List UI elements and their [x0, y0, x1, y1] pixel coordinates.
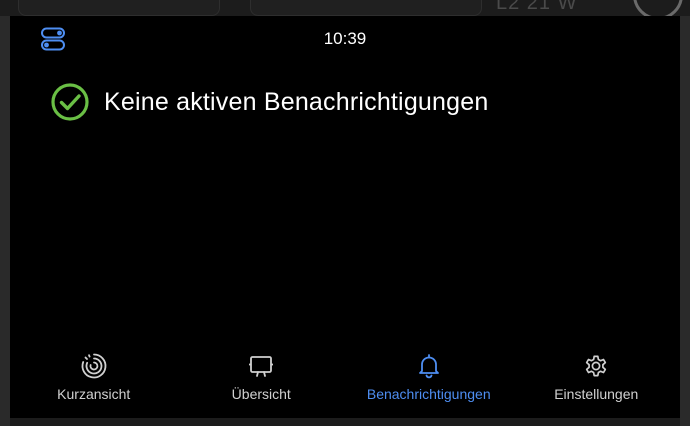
nav-item-kurzansicht[interactable]: Kurzansicht — [10, 352, 178, 414]
check-circle-icon — [50, 82, 90, 122]
background-edge-right — [680, 16, 690, 426]
overview-icon — [247, 352, 275, 380]
nav-label: Kurzansicht — [57, 386, 131, 402]
notification-panel: 10:39 Keine aktiven Benachrichtigungen K… — [10, 16, 680, 418]
nav-item-einstellungen[interactable]: Einstellungen — [513, 352, 681, 414]
nav-label: Einstellungen — [554, 386, 639, 402]
status-bar: 10:39 — [10, 16, 680, 62]
background-edge-left — [0, 16, 10, 426]
clock: 10:39 — [323, 29, 367, 48]
background-peek-text: L2 21 W — [496, 0, 578, 14]
nav-item-uebersicht[interactable]: Übersicht — [178, 352, 346, 414]
background-card — [250, 0, 482, 16]
background-card — [18, 0, 220, 16]
dashboard-icon — [80, 352, 108, 380]
empty-notifications-message: Keine aktiven Benachrichtigungen — [50, 82, 488, 122]
nav-label: Übersicht — [231, 386, 291, 402]
nav-label: Benachrichtigungen — [366, 386, 491, 402]
gear-icon — [582, 352, 610, 380]
bottom-navigation: Kurzansicht Übersicht Benachrichtigungen… — [10, 352, 680, 414]
nav-item-benachrichtigungen[interactable]: Benachrichtigungen — [345, 352, 513, 414]
message-text: Keine aktiven Benachrichtigungen — [104, 87, 489, 116]
bell-icon — [415, 352, 443, 380]
